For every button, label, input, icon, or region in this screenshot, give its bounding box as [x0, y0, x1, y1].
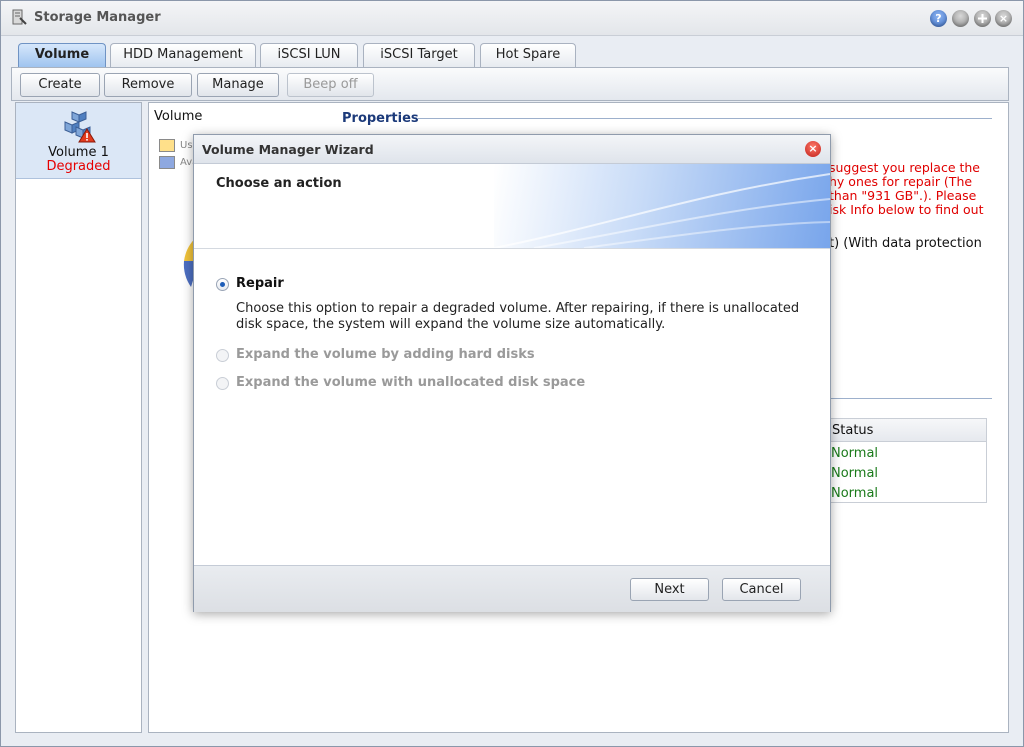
expand-by-disks-radio[interactable]: [216, 349, 229, 362]
volume-list-item[interactable]: Volume 1 Degraded: [16, 103, 141, 179]
dialog-body: Repair Choose this option to repair a de…: [194, 249, 830, 565]
dialog-footer: Next Cancel: [194, 565, 830, 612]
tab-iscsi-lun[interactable]: iSCSI LUN: [260, 43, 358, 67]
dialog-banner: Choose an action: [194, 164, 830, 249]
volume-header: Volume: [154, 109, 203, 124]
volume-warning-text: suggest you replace the hy ones for repa…: [829, 160, 984, 217]
dialog-heading: Choose an action: [216, 176, 342, 191]
disk-info-divider: [829, 398, 992, 399]
storage-manager-icon: [12, 9, 27, 25]
window-title: Storage Manager: [34, 10, 161, 25]
status-column-header: Status: [830, 419, 986, 442]
volume-status: Degraded: [46, 159, 111, 174]
repair-radio[interactable]: [216, 278, 229, 291]
help-icon[interactable]: ?: [930, 10, 947, 27]
legend-used-label: Us: [180, 140, 193, 151]
properties-divider: [417, 118, 992, 119]
tab-iscsi-target[interactable]: iSCSI Target: [363, 43, 475, 67]
beep-off-button[interactable]: Beep off: [287, 73, 374, 97]
banner-wave-graphic: [494, 173, 830, 248]
title-bar[interactable]: Storage Manager ? ×: [1, 1, 1023, 36]
create-button[interactable]: Create: [20, 73, 100, 97]
legend-available-swatch: [159, 156, 175, 169]
tab-bar: Volume HDD Management iSCSI LUN iSCSI Ta…: [1, 35, 1023, 67]
dialog-title-bar[interactable]: Volume Manager Wizard ×: [194, 135, 830, 164]
plus-icon: [978, 14, 987, 23]
window-close-icon[interactable]: ×: [995, 10, 1012, 27]
dialog-close-icon[interactable]: ×: [805, 141, 821, 157]
legend-used-swatch: [159, 139, 175, 152]
expand-unallocated-radio[interactable]: [216, 377, 229, 390]
tab-hot-spare[interactable]: Hot Spare: [480, 43, 576, 67]
tab-hdd-management[interactable]: HDD Management: [110, 43, 256, 67]
manage-button[interactable]: Manage: [197, 73, 279, 97]
properties-title: Properties: [342, 111, 419, 126]
tab-volume[interactable]: Volume: [18, 43, 106, 67]
disk-status-cell: Normal: [831, 446, 879, 461]
repair-description: Choose this option to repair a degraded …: [236, 301, 800, 332]
minimize-icon[interactable]: [952, 10, 969, 27]
volume-list-panel: Volume 1 Degraded: [15, 102, 142, 733]
volume-name: Volume 1: [48, 145, 109, 160]
disk-status-cell: Normal: [831, 486, 879, 501]
disk-status-cell: Normal: [831, 466, 879, 481]
dialog-title: Volume Manager Wizard: [202, 142, 374, 157]
degraded-volume-icon: [64, 111, 96, 143]
maximize-icon[interactable]: [974, 10, 991, 27]
expand-unallocated-label[interactable]: Expand the volume with unallocated disk …: [236, 375, 585, 390]
cancel-button[interactable]: Cancel: [722, 578, 801, 601]
repair-label[interactable]: Repair: [236, 276, 284, 291]
protection-text: t) (With data protection: [829, 236, 982, 251]
toolbar: Create Remove Manage Beep off: [11, 67, 1009, 101]
remove-button[interactable]: Remove: [104, 73, 192, 97]
volume-manager-wizard-dialog: Volume Manager Wizard × Choose an action…: [193, 134, 831, 612]
next-button[interactable]: Next: [630, 578, 709, 601]
disk-info-table: Status Normal Normal Normal: [829, 418, 987, 503]
expand-by-disks-label[interactable]: Expand the volume by adding hard disks: [236, 347, 535, 362]
